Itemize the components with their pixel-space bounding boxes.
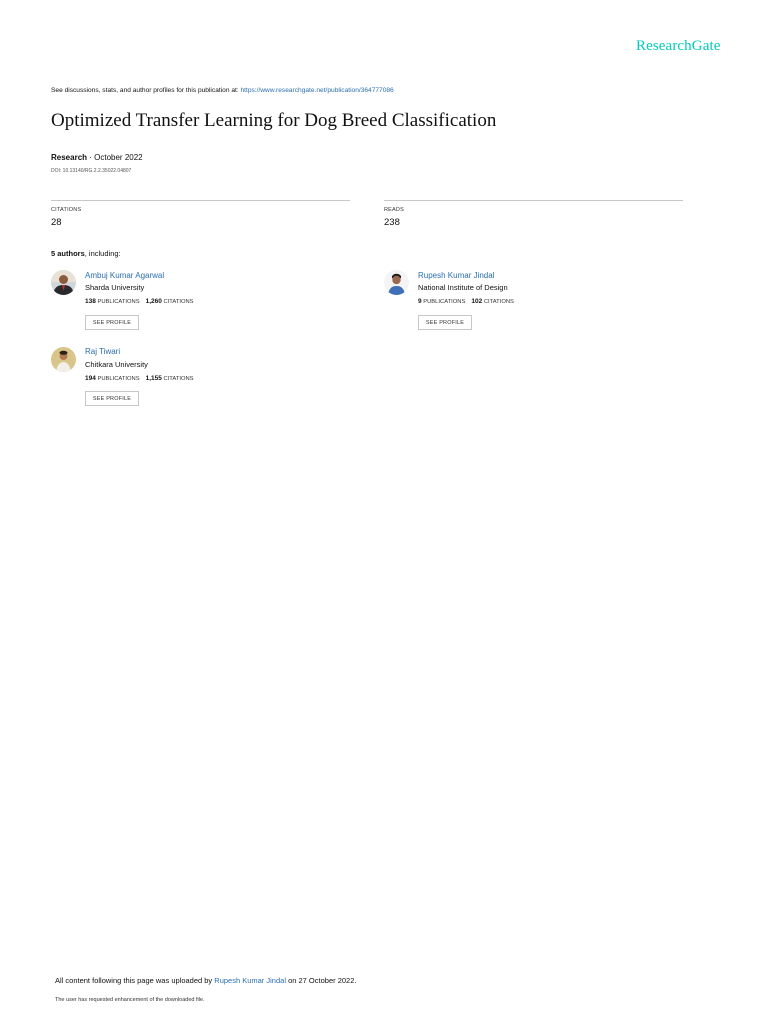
publications-label: PUBLICATIONS [423,299,466,305]
reads-count: 238 [384,217,400,228]
citations-label: CITATIONS [163,299,194,305]
authors-suffix: , including: [84,249,121,258]
author-stats: 9 PUBLICATIONS 102 CITATIONS [418,298,514,305]
author-avatar-raj[interactable] [51,347,76,372]
author-avatar-rupesh[interactable] [384,270,409,295]
citations-count: 28 [51,217,62,228]
publication-link[interactable]: https://www.researchgate.net/publication… [241,87,394,94]
author-institution: Chitkara University [85,360,148,369]
authors-count: 5 authors [51,249,85,258]
author-avatar-ambuj[interactable] [51,270,76,295]
citations-label: CITATIONS [483,299,514,305]
publication-meta: Research · October 2022 [51,153,143,162]
person-photo-icon [384,270,409,295]
citations-count: 102 [471,298,483,305]
author-name-link[interactable]: Ambuj Kumar Agarwal [85,271,164,280]
citations-count: 1,260 [145,298,162,305]
person-photo-icon [51,270,76,295]
author-institution: National Institute of Design [418,283,508,292]
author-name-link[interactable]: Raj Tiwari [85,347,120,356]
publications-count: 9 [418,298,422,305]
publications-label: PUBLICATIONS [97,376,140,382]
publication-doi: DOI: 10.13140/RG.2.2.35022.04807 [51,168,132,174]
citations-count: 1,155 [145,375,162,382]
author-institution: Sharda University [85,283,145,292]
discussion-text: See discussions, stats, and author profi… [51,87,241,94]
upload-suffix: on 27 October 2022. [286,976,357,985]
enhancement-note: The user has requested enhancement of th… [55,997,205,1003]
publications-label: PUBLICATIONS [97,299,140,305]
reads-label: READS [384,207,404,213]
see-profile-button[interactable]: SEE PROFILE [85,391,139,406]
author-stats: 138 PUBLICATIONS 1,260 CITATIONS [85,298,194,305]
publication-title: Optimized Transfer Learning for Dog Bree… [51,110,497,131]
publications-count: 138 [85,298,96,305]
uploader-link[interactable]: Rupesh Kumar Jindal [214,976,286,985]
citations-label: CITATIONS [51,207,82,213]
researchgate-logo[interactable]: ResearchGate [636,38,720,55]
discussion-line: See discussions, stats, and author profi… [51,87,394,94]
citations-divider [51,200,350,201]
upload-notice: All content following this page was uplo… [55,976,356,985]
citations-label: CITATIONS [163,376,194,382]
see-profile-button[interactable]: SEE PROFILE [418,315,472,330]
publications-count: 194 [85,375,96,382]
author-name-link[interactable]: Rupesh Kumar Jindal [418,271,494,280]
publication-type: Research [51,153,88,162]
publication-date: October 2022 [94,153,143,162]
upload-prefix: All content following this page was uplo… [55,976,215,985]
author-stats: 194 PUBLICATIONS 1,155 CITATIONS [85,375,194,382]
reads-divider [384,200,683,201]
authors-heading: 5 authors, including: [51,249,121,258]
see-profile-button[interactable]: SEE PROFILE [85,315,139,330]
person-photo-icon [51,347,76,372]
